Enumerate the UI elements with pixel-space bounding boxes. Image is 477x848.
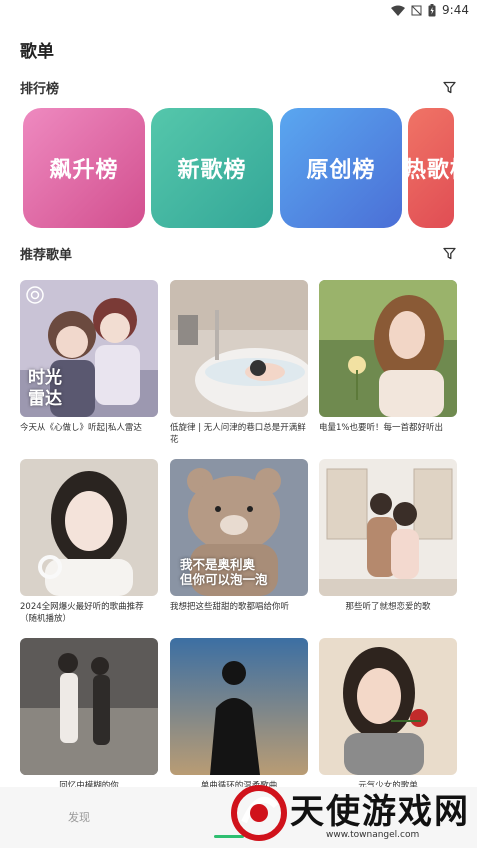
ranking-card-label: 新歌榜 <box>177 158 247 183</box>
status-time: 9:44 <box>442 3 469 17</box>
nav-discover-tab[interactable]: 发现 <box>68 809 90 825</box>
playlist-card[interactable]: 回忆中模糊的你 <box>20 638 158 792</box>
wifi-icon <box>391 5 406 16</box>
playlist-caption: 我想把这些甜甜的歌都唱给你听 <box>170 602 290 612</box>
playlist-card[interactable]: 低旋律 | 无人问津的巷口总是开满鲜花 <box>170 280 308 446</box>
ranking-section-title: 排行榜 <box>20 81 60 97</box>
status-bar: 9:44 <box>0 0 477 22</box>
ranking-card-label: 热歌榜 <box>408 158 454 183</box>
filter-icon <box>442 247 456 259</box>
watermark-url: www.townangel.com <box>326 830 420 840</box>
recommend-section-title: 推荐歌单 <box>20 247 73 263</box>
no-signal-icon <box>411 5 422 15</box>
playlist-caption: 电量1%也要听！每一首都好听出 <box>319 423 443 433</box>
playlist-cover <box>170 280 308 417</box>
playlist-card[interactable]: 元气少女的歌单 <box>319 638 457 792</box>
ranking-card-new[interactable]: 新歌榜 <box>151 108 273 228</box>
ranking-filter-button[interactable] <box>441 79 457 95</box>
cover-overlay-text: 我不是奥利奥 <box>180 557 256 572</box>
ranking-section-header: 排行榜 <box>20 76 457 98</box>
recommend-section-header: 推荐歌单 <box>20 242 457 264</box>
watermark-text: 天使游戏网 <box>290 792 470 832</box>
playlist-caption: 2024全网爆火最好听的歌曲推荐（随机播放） <box>20 602 144 624</box>
playlist-card[interactable]: 那些听了就想恋爱的歌 <box>319 459 457 613</box>
cover-overlay-text: 雷达 <box>28 389 62 409</box>
filter-icon <box>442 81 456 93</box>
watermark-logo-icon <box>231 785 287 841</box>
playlist-cover <box>20 638 158 775</box>
ranking-card-soaring[interactable]: 飙升榜 <box>23 108 145 228</box>
playlist-cover <box>319 280 457 417</box>
playlist-cover <box>20 459 158 596</box>
playlist-card[interactable]: 时光 雷达 今天从《心做し》听起|私人雷达 <box>20 280 158 434</box>
page-title: 歌单 <box>20 42 54 62</box>
battery-icon <box>428 3 436 16</box>
recommend-filter-button[interactable] <box>441 245 457 261</box>
ranking-card-label: 飙升榜 <box>49 158 119 183</box>
playlist-cover: 我不是奥利奥 但你可以泡一泡 <box>170 459 308 596</box>
ranking-card-label: 原创榜 <box>306 158 376 183</box>
playlist-card[interactable]: 电量1%也要听！每一首都好听出 <box>319 280 457 434</box>
ranking-card-row: 飙升榜 新歌榜 原创榜 热歌榜 <box>0 108 477 228</box>
playlist-cover <box>319 459 457 596</box>
playlist-card[interactable]: 单曲循环的温柔歌曲 <box>170 638 308 792</box>
playlist-card[interactable]: 2024全网爆火最好听的歌曲推荐（随机播放） <box>20 459 158 625</box>
cover-overlay-text: 时光 <box>28 368 62 388</box>
cover-overlay-text: 但你可以泡一泡 <box>180 572 268 587</box>
playlist-caption: 今天从《心做し》听起|私人雷达 <box>20 423 142 433</box>
playlist-caption: 那些听了就想恋爱的歌 <box>345 602 431 612</box>
playlist-cover: 时光 雷达 <box>20 280 158 417</box>
watermark: 天使游戏网 www.townangel.com <box>226 778 477 848</box>
radar-logo-icon <box>26 286 44 304</box>
ranking-card-original[interactable]: 原创榜 <box>280 108 402 228</box>
ranking-card-hot[interactable]: 热歌榜 <box>408 108 454 228</box>
playlist-caption: 低旋律 | 无人问津的巷口总是开满鲜花 <box>170 423 306 445</box>
playlist-card[interactable]: 我不是奥利奥 但你可以泡一泡 我想把这些甜甜的歌都唱给你听 <box>170 459 308 613</box>
playlist-cover <box>170 638 308 775</box>
playlist-cover <box>319 638 457 775</box>
